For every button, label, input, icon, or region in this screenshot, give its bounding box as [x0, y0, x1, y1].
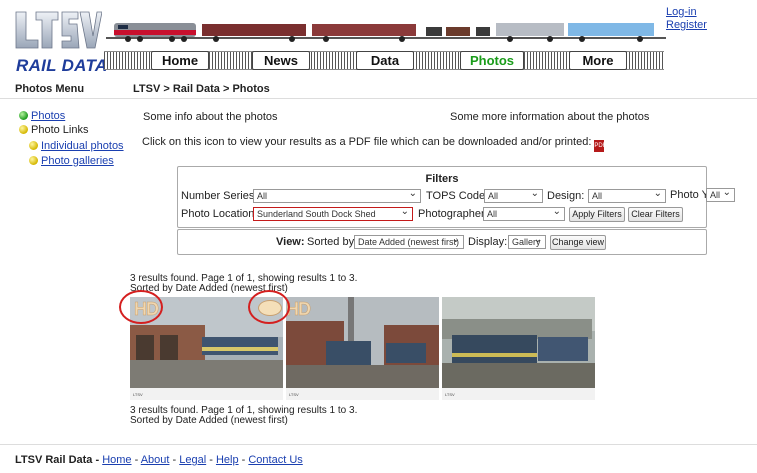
menu-link-photos[interactable]: Photos [31, 110, 65, 122]
display-select[interactable]: Gallery [508, 235, 546, 249]
menu-link-photo-galleries[interactable]: Photo galleries [41, 155, 114, 167]
svg-text:LTSV: LTSV [133, 392, 143, 397]
logo-subtitle: RAIL DATA [16, 56, 108, 75]
nav-photos[interactable]: Photos [460, 51, 524, 70]
apply-filters-button[interactable]: Apply Filters [569, 207, 625, 222]
sort-order-select[interactable]: Date Added (newest first) [354, 235, 464, 249]
footer-separator: - [206, 454, 216, 466]
yellow-bullet-icon [19, 125, 28, 134]
menu-item-photo-galleries[interactable]: Photo galleries [29, 155, 114, 167]
account-links: Log-in Register [666, 6, 707, 32]
photo-thumbnail-1[interactable]: LTSV HD [130, 297, 283, 400]
photographer-select[interactable]: All [483, 207, 565, 221]
footer-link-home[interactable]: Home [102, 454, 131, 466]
footer-divider [0, 444, 757, 445]
footer-link-contact[interactable]: Contact Us [248, 454, 302, 466]
footer-separator: - [169, 454, 180, 466]
photo-location-select[interactable]: Sunderland South Dock Shed [253, 207, 413, 221]
filters-title: Filters [425, 173, 459, 185]
photographer-label: Photographer: [418, 208, 488, 220]
site-header: RAIL DATA Home News Data Photos More Log… [0, 0, 757, 75]
menu-item-photo-links: Photo Links [19, 124, 88, 136]
breadcrumb: LTSV > Rail Data > Photos [133, 83, 270, 95]
design-label: Design: [547, 190, 585, 202]
yellow-bullet-icon [29, 156, 38, 165]
tops-code-label: TOPS Code: [426, 190, 489, 202]
change-view-button[interactable]: Change view [550, 235, 606, 250]
photo-thumbnail-3[interactable]: LTSV [442, 297, 595, 400]
footer-separator: - [238, 454, 249, 466]
number-series-label: Number Series: [181, 190, 258, 202]
footer-link-help[interactable]: Help [216, 454, 239, 466]
yellow-bullet-icon [29, 141, 38, 150]
footer-link-about[interactable]: About [141, 454, 170, 466]
clear-filters-button[interactable]: Clear Filters [628, 207, 683, 222]
design-select[interactable]: All [588, 189, 666, 203]
train-banner-graphic [106, 23, 666, 42]
footer-brand: LTSV Rail Data - [15, 454, 103, 466]
login-link[interactable]: Log-in [666, 6, 707, 19]
register-link[interactable]: Register [666, 19, 707, 32]
svg-text:LTSV: LTSV [289, 392, 299, 397]
menu-divider [0, 98, 757, 99]
menu-item-individual-photos[interactable]: Individual photos [29, 140, 124, 152]
pdf-instruction: Click on this icon to view your results … [142, 136, 606, 152]
display-label: Display: [468, 236, 508, 248]
view-panel: View: Sorted by: Date Added (newest firs… [177, 229, 707, 255]
nav-home[interactable]: Home [151, 51, 209, 70]
footer-link-legal[interactable]: Legal [179, 454, 206, 466]
results-summary-bottom: 3 results found. Page 1 of 1, showing re… [130, 406, 357, 426]
pdf-icon[interactable]: PDF [594, 140, 606, 152]
site-footer: LTSV Rail Data - Home - About - Legal - … [15, 454, 303, 466]
nav-news[interactable]: News [252, 51, 310, 70]
menu-title: Photos Menu [15, 83, 85, 95]
pdf-instruction-text: Click on this icon to view your results … [142, 136, 592, 148]
view-label: View: [276, 236, 305, 248]
photo-gallery: LTSV HD LTSV HD LTSV [130, 297, 595, 400]
results-sort-text: Sorted by Date Added (newest first) [130, 415, 288, 426]
svg-text:LTSV: LTSV [445, 392, 455, 397]
photo-location-label: Photo Location: [181, 208, 258, 220]
site-logo[interactable]: RAIL DATA [14, 10, 107, 75]
tops-code-select[interactable]: All [484, 189, 543, 203]
number-series-select[interactable]: All [253, 189, 421, 203]
logo-letters-graphic [15, 11, 102, 49]
info-right-text: Some more information about the photos [450, 111, 650, 123]
nav-data[interactable]: Data [356, 51, 414, 70]
green-bullet-icon [19, 111, 28, 120]
photo-year-select[interactable]: All [706, 188, 735, 202]
nav-more[interactable]: More [569, 51, 627, 70]
results-summary-top: 3 results found. Page 1 of 1, showing re… [130, 274, 357, 294]
photo-thumbnail-2[interactable]: LTSV HD [286, 297, 439, 400]
menu-label-photo-links: Photo Links [31, 124, 89, 136]
menu-link-individual-photos[interactable]: Individual photos [41, 140, 124, 152]
menu-item-photos[interactable]: Photos [19, 110, 65, 122]
filters-panel: Filters Number Series: All TOPS Code: Al… [177, 166, 707, 228]
footer-separator: - [131, 454, 141, 466]
info-left-text: Some info about the photos [143, 111, 278, 123]
results-sort-text: Sorted by Date Added (newest first) [130, 283, 288, 294]
sorted-by-label: Sorted by: [307, 236, 358, 248]
